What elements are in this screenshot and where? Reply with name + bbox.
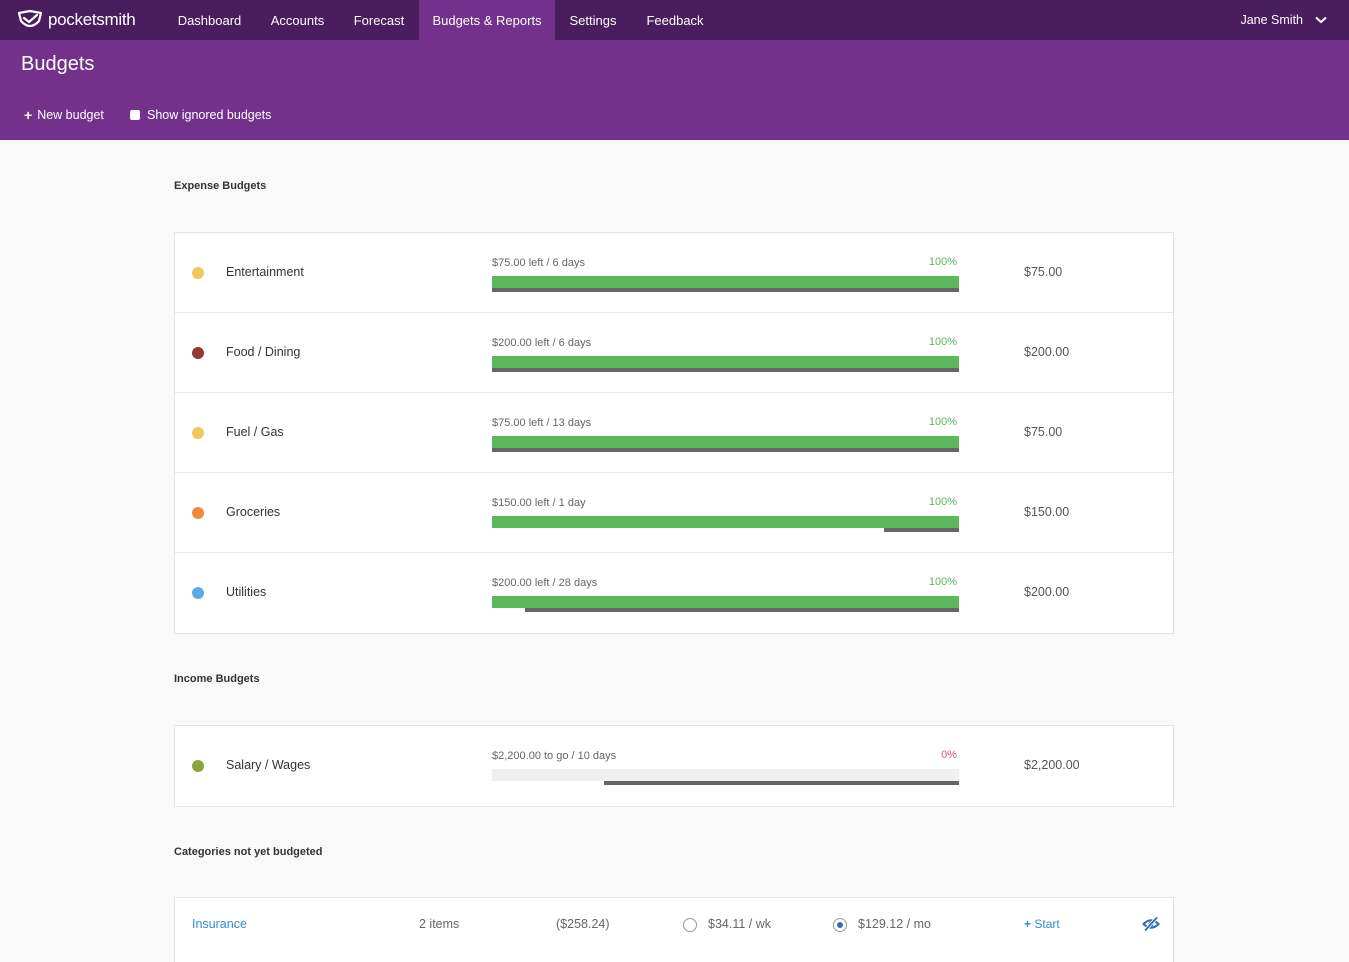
new-budget-label: New budget — [37, 108, 104, 122]
top-nav: pocketsmith Dashboard Accounts Forecast … — [0, 0, 1349, 40]
plus-icon: + — [1024, 917, 1032, 931]
budget-row[interactable]: Utilities $200.00 left / 28 days 100% $200.… — [175, 553, 1173, 633]
budget-row[interactable]: Salary / Wages $2,200.00 to go / 10 days 0… — [175, 726, 1173, 806]
brand-name: pocketsmith — [48, 10, 136, 29]
budget-progress-fill — [492, 516, 959, 528]
not-budgeted-card: Insurance 2 items ($258.24) $34.11 / wk … — [174, 897, 1174, 962]
budget-row[interactable]: Fuel / Gas $75.00 left / 13 days 100% $75.0… — [175, 393, 1173, 473]
chevron-down-icon — [1315, 16, 1327, 24]
budget-progress-track — [492, 516, 959, 532]
budget-percent: 0% — [941, 749, 957, 761]
page-header: Budgets + New budget Show ignored budget… — [0, 40, 1349, 140]
budget-remaining-label: $75.00 left / 13 days — [492, 417, 592, 429]
nav-feedback[interactable]: Feedback — [631, 0, 719, 40]
plus-icon: + — [24, 107, 33, 123]
period-elapsed-bar — [492, 448, 959, 452]
budget-progress-fill — [492, 276, 959, 288]
budget-percent: 100% — [928, 256, 957, 268]
budget-progress-track — [492, 769, 959, 785]
category-color-dot — [192, 587, 204, 599]
budget-progress-track — [492, 596, 959, 612]
start-label: Start — [1034, 917, 1060, 931]
show-ignored-checkbox[interactable] — [130, 110, 140, 120]
nav-accounts[interactable]: Accounts — [256, 0, 339, 40]
category-name: Entertainment — [226, 265, 304, 279]
income-budgets-card: Salary / Wages $2,200.00 to go / 10 days 0… — [174, 725, 1174, 807]
monthly-amount: $129.12 / mo — [858, 917, 931, 931]
budget-progress-track — [492, 356, 959, 372]
category-name: Salary / Wages — [226, 758, 311, 772]
budget-percent: 100% — [928, 576, 957, 588]
unbudgeted-row: Insurance 2 items ($258.24) $34.11 / wk … — [175, 898, 1173, 954]
user-name: Jane Smith — [1240, 13, 1303, 27]
nav-budgets-reports[interactable]: Budgets & Reports — [419, 0, 555, 40]
category-color-dot — [192, 427, 204, 439]
budget-row[interactable]: Groceries $150.00 left / 1 day 100% $150.00 — [175, 473, 1173, 553]
category-name: Utilities — [226, 585, 267, 599]
income-section-title: Income Budgets — [174, 673, 260, 685]
ignore-eye-slash-icon[interactable] — [1142, 915, 1160, 933]
nav-dashboard[interactable]: Dashboard — [163, 0, 256, 40]
period-elapsed-bar — [604, 781, 959, 785]
brand-logo[interactable]: pocketsmith — [17, 8, 136, 32]
period-elapsed-bar — [525, 608, 959, 612]
monthly-radio[interactable] — [833, 918, 847, 932]
show-ignored-toggle[interactable]: Show ignored budgets — [130, 108, 271, 122]
nav-forecast[interactable]: Forecast — [339, 0, 419, 40]
budget-remaining-label: $75.00 left / 6 days — [492, 257, 585, 269]
category-color-dot — [192, 347, 204, 359]
budget-percent: 100% — [928, 496, 957, 508]
category-total: ($258.24) — [556, 917, 610, 931]
budget-amount: $150.00 — [1024, 505, 1070, 519]
budget-progress-track — [492, 276, 959, 292]
budget-remaining-label: $2,200.00 to go / 10 days — [492, 750, 617, 762]
budget-progress-fill — [492, 356, 959, 368]
budget-progress-fill — [492, 596, 959, 608]
category-color-dot — [192, 267, 204, 279]
budget-progress-track — [492, 436, 959, 452]
user-menu[interactable]: Jane Smith — [1240, 0, 1327, 40]
weekly-radio[interactable] — [683, 918, 697, 932]
page-title: Budgets — [21, 53, 95, 75]
budget-amount: $75.00 — [1024, 265, 1063, 279]
category-name: Groceries — [226, 505, 281, 519]
pocketsmith-logo-icon — [17, 9, 43, 28]
nav-settings[interactable]: Settings — [555, 0, 631, 40]
budget-amount: $200.00 — [1024, 585, 1070, 599]
budget-row[interactable]: Food / Dining $200.00 left / 6 days 100% $2… — [175, 313, 1173, 393]
period-elapsed-bar — [492, 288, 959, 292]
budget-remaining-label: $200.00 left / 28 days — [492, 577, 598, 589]
not-budgeted-section-title: Categories not yet budgeted — [174, 846, 323, 858]
category-color-dot — [192, 507, 204, 519]
budget-amount: $200.00 — [1024, 345, 1070, 359]
start-budget-button[interactable]: + Start — [1024, 917, 1060, 931]
new-budget-button[interactable]: + New budget — [24, 108, 104, 122]
category-name: Food / Dining — [226, 345, 301, 359]
budget-remaining-label: $150.00 left / 1 day — [492, 497, 586, 509]
budget-row[interactable]: Entertainment $75.00 left / 6 days 100% $75… — [175, 233, 1173, 313]
period-elapsed-bar — [492, 368, 959, 372]
budget-amount: $75.00 — [1024, 425, 1063, 439]
category-color-dot — [192, 760, 204, 772]
expense-section-title: Expense Budgets — [174, 180, 267, 192]
budget-percent: 100% — [928, 336, 957, 348]
budget-progress-fill — [492, 436, 959, 448]
budget-amount: $2,200.00 — [1024, 758, 1080, 772]
show-ignored-label: Show ignored budgets — [147, 108, 272, 122]
budget-remaining-label: $200.00 left / 6 days — [492, 337, 592, 349]
item-count: 2 items — [419, 917, 460, 931]
weekly-amount: $34.11 / wk — [708, 917, 772, 931]
category-name: Fuel / Gas — [226, 425, 284, 439]
category-link-insurance[interactable]: Insurance — [192, 917, 247, 931]
budget-percent: 100% — [928, 416, 957, 428]
period-elapsed-bar — [884, 528, 959, 532]
expense-budgets-card: Entertainment $75.00 left / 6 days 100% $75… — [174, 232, 1174, 634]
